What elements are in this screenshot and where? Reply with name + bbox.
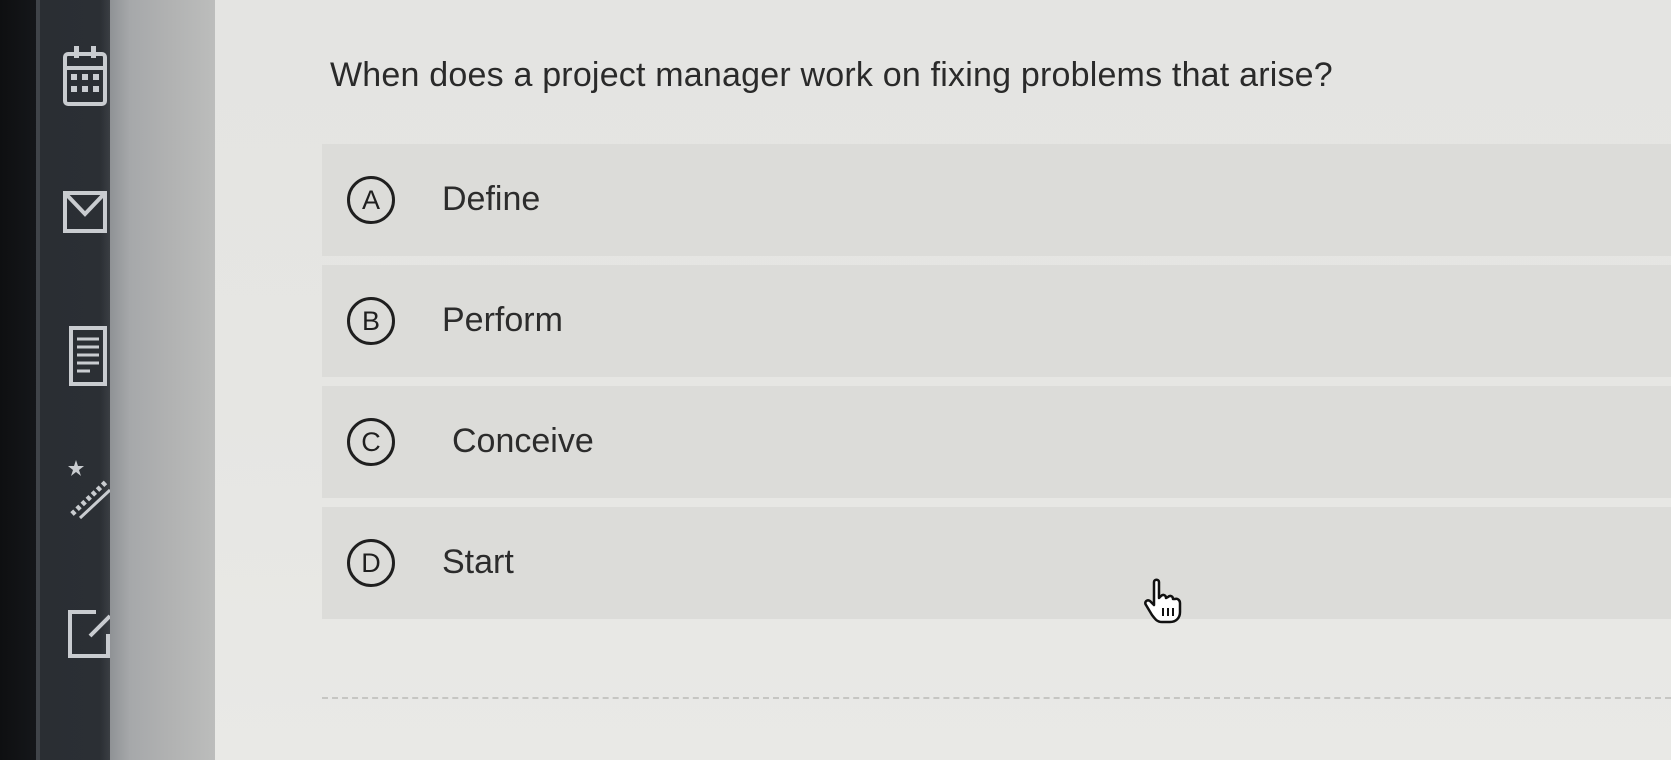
document-icon[interactable] — [68, 325, 108, 387]
answer-option-b[interactable]: B Perform — [322, 265, 1671, 377]
mail-icon[interactable] — [62, 190, 108, 234]
sidebar-divider — [36, 0, 40, 760]
edit-icon[interactable] — [66, 608, 112, 660]
option-label-b: Perform — [442, 301, 563, 339]
answer-option-a[interactable]: A Define — [322, 144, 1671, 256]
answer-option-c[interactable]: C Conceive — [322, 386, 1671, 498]
option-letter-d[interactable]: D — [347, 539, 395, 587]
tools-icon[interactable] — [66, 460, 112, 520]
side-gutter — [110, 0, 215, 760]
answer-option-d[interactable]: D Start — [322, 507, 1671, 619]
question-text: When does a project manager work on fixi… — [330, 56, 1333, 94]
option-letter-b[interactable]: B — [347, 297, 395, 345]
option-letter-a[interactable]: A — [347, 176, 395, 224]
option-label-c: Conceive — [452, 422, 594, 460]
option-label-a: Define — [442, 180, 541, 218]
calendar-icon[interactable] — [62, 44, 108, 110]
left-sidebar — [0, 0, 112, 760]
section-divider — [322, 697, 1671, 699]
hand-pointer-cursor-icon — [1142, 578, 1182, 629]
option-letter-c[interactable]: C — [347, 418, 395, 466]
quiz-content-area — [215, 0, 1671, 760]
option-label-d: Start — [442, 543, 514, 581]
